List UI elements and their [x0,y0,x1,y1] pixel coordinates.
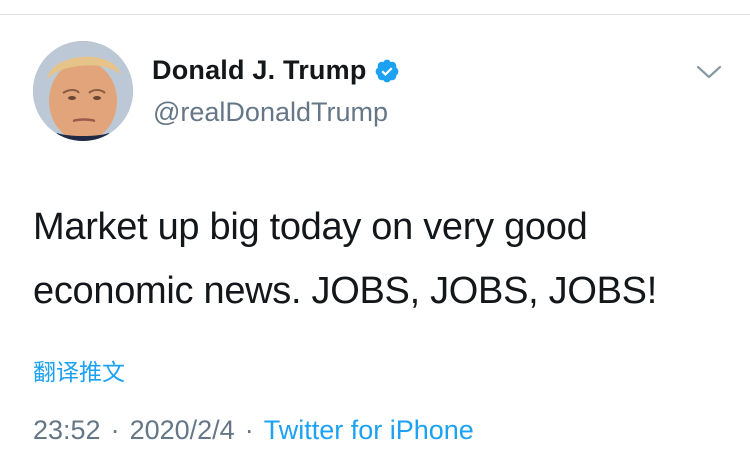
separator-dot: · [244,415,254,445]
tweet-text-line: Market up big today on very good [33,206,588,248]
display-name[interactable]: Donald J. Trump [152,55,367,86]
top-divider [0,0,750,15]
chevron-down-icon[interactable] [694,61,724,83]
tweet-text-line: economic news. JOBS, JOBS, JOBS! [33,270,657,312]
avatar-image [33,41,133,141]
tweet-metadata: 23:52 · 2020/2/4 · Twitter for iPhone [33,415,474,446]
author-name-row[interactable]: Donald J. Trump [152,55,400,86]
tweet-card: Donald J. Trump @realDonaldTrump Market … [0,15,750,470]
author-handle[interactable]: @realDonaldTrump [153,97,388,128]
tweet-text: Market up big today on very good economi… [33,195,723,323]
avatar[interactable] [33,41,133,141]
tweet-date[interactable]: 2020/2/4 [130,415,235,446]
tweet-source-link[interactable]: Twitter for iPhone [264,415,474,446]
translate-tweet-link[interactable]: 翻译推文 [33,353,125,387]
verified-badge-icon [374,58,400,84]
tweet-time[interactable]: 23:52 [33,415,101,446]
separator-dot: · [110,415,120,445]
